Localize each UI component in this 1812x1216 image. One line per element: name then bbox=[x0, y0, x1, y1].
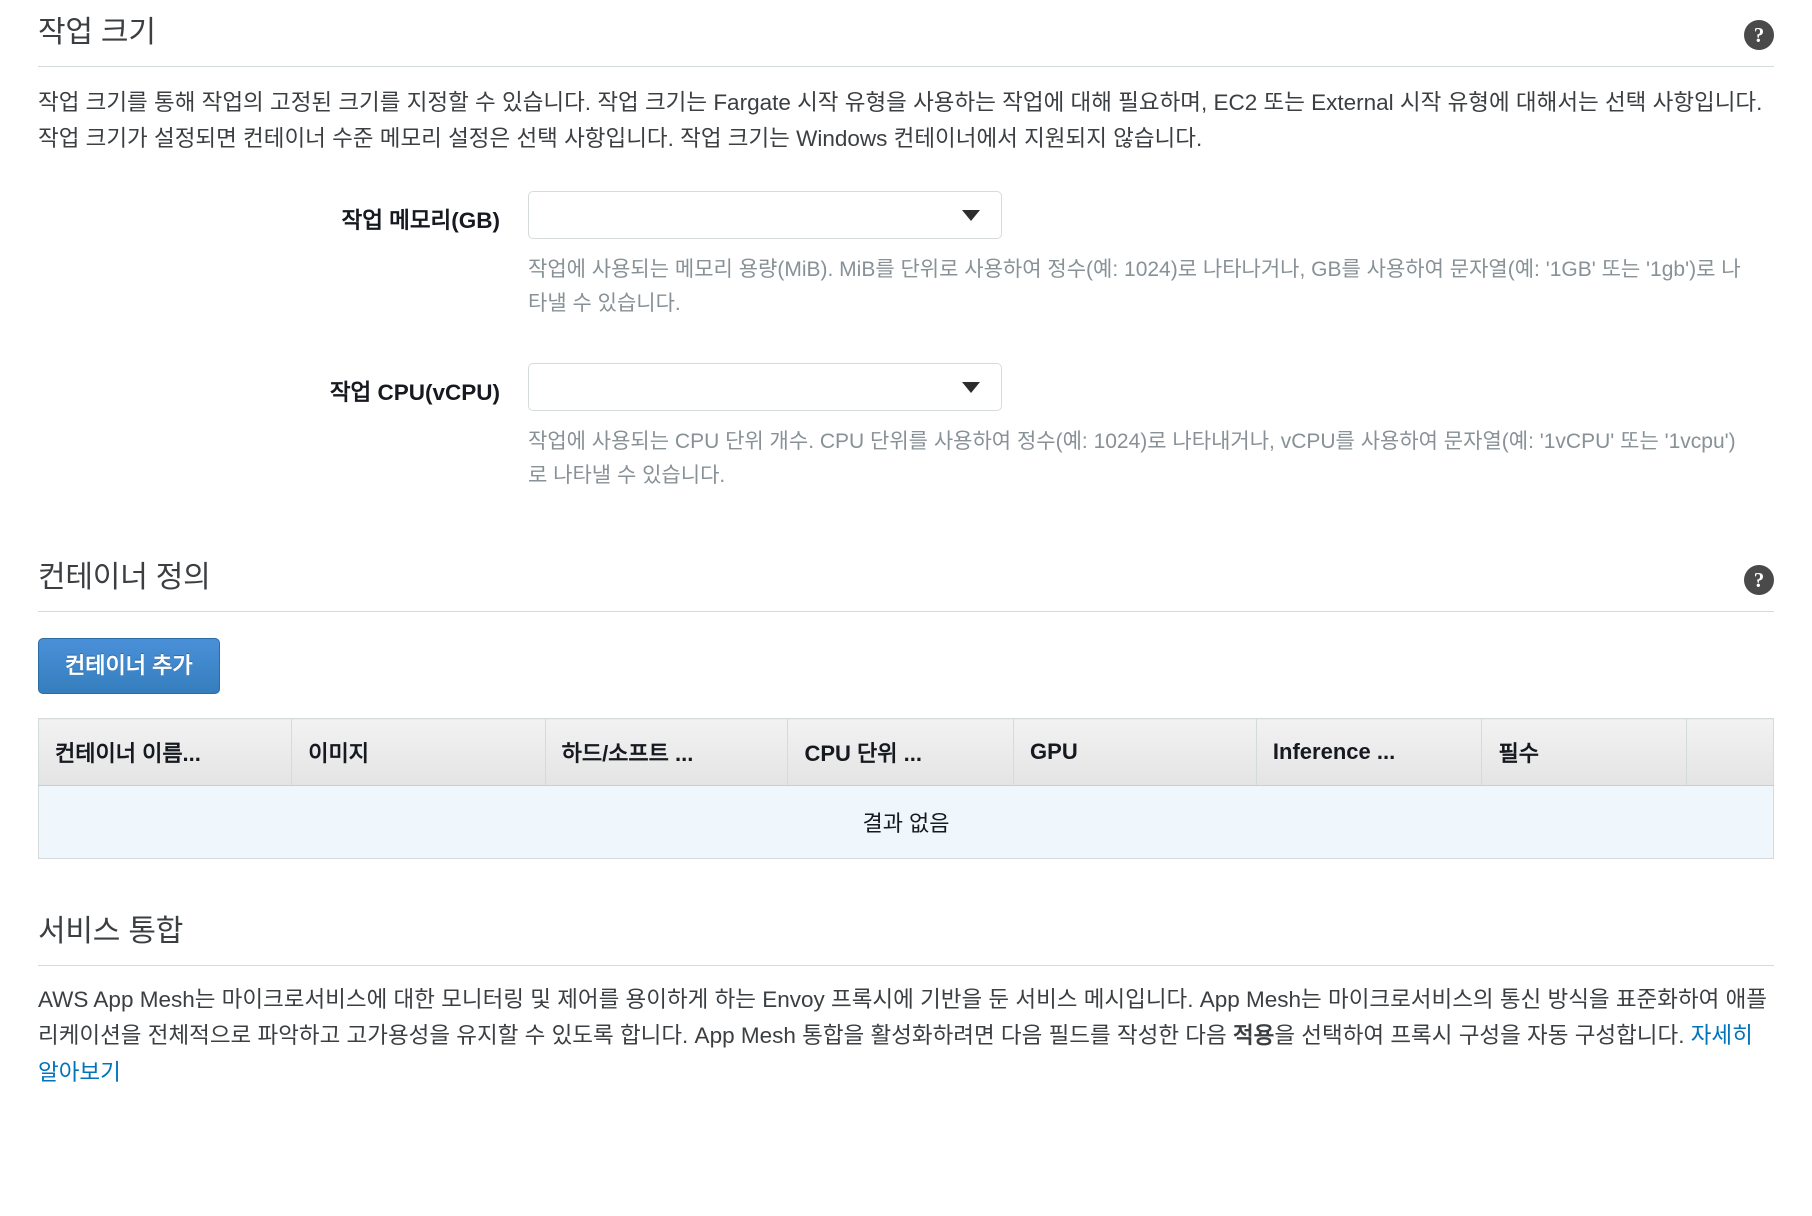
task-size-form: 작업 메모리(GB) 작업에 사용되는 메모리 용량(MiB). MiB를 단위… bbox=[38, 191, 1774, 493]
task-size-description: 작업 크기를 통해 작업의 고정된 크기를 지정할 수 있습니다. 작업 크기는… bbox=[38, 89, 1763, 151]
task-memory-field: 작업에 사용되는 메모리 용량(MiB). MiB를 단위로 사용하여 정수(예… bbox=[528, 191, 1774, 321]
container-definitions-table: 컨테이너 이름... 이미지 하드/소프트 ... CPU 단위 ... GPU… bbox=[37, 718, 1774, 860]
service-integration-description: AWS App Mesh는 마이크로서비스에 대한 모니터링 및 제어를 용이하… bbox=[38, 982, 1774, 1091]
section-task-size: 작업 크기 ? 작업 크기를 통해 작업의 고정된 크기를 지정할 수 있습니다… bbox=[38, 0, 1774, 493]
task-cpu-select[interactable] bbox=[528, 363, 1002, 412]
section-service-integration: 서비스 통합 AWS App Mesh는 마이크로서비스에 대한 모니터링 및 … bbox=[38, 899, 1774, 1091]
table-header-row: 컨테이너 이름... 이미지 하드/소프트 ... CPU 단위 ... GPU… bbox=[37, 718, 1774, 787]
column-header-image[interactable]: 이미지 bbox=[291, 718, 546, 787]
table-body: 결과 없음 bbox=[38, 785, 1774, 860]
container-definitions-title: 컨테이너 정의 bbox=[38, 561, 211, 595]
task-cpu-select-wrap bbox=[528, 363, 1002, 412]
column-header-container-name[interactable]: 컨테이너 이름... bbox=[37, 718, 293, 787]
table-header: 컨테이너 이름... 이미지 하드/소프트 ... CPU 단위 ... GPU… bbox=[37, 718, 1774, 787]
page-root: 작업 크기 ? 작업 크기를 통해 작업의 고정된 크기를 지정할 수 있습니다… bbox=[0, 0, 1812, 1091]
container-definitions-header: 컨테이너 정의 ? bbox=[38, 545, 1774, 612]
section-container-definitions: 컨테이너 정의 ? 컨테이너 추가 컨테이너 이름... 이미지 하드/소프트 bbox=[37, 545, 1774, 860]
divider bbox=[38, 610, 1774, 612]
task-memory-help: 작업에 사용되는 메모리 용량(MiB). MiB를 단위로 사용하여 정수(예… bbox=[528, 258, 1741, 316]
task-memory-select[interactable] bbox=[528, 191, 1002, 240]
description-emphasis: 적용 bbox=[1232, 1023, 1275, 1049]
column-header-gpu[interactable]: GPU bbox=[1013, 718, 1257, 787]
column-header-cpu-units[interactable]: CPU 단위 ... bbox=[787, 718, 1015, 787]
task-cpu-help: 작업에 사용되는 CPU 단위 개수. CPU 단위를 사용하여 정수(예: 1… bbox=[528, 430, 1736, 488]
task-size-header: 작업 크기 ? bbox=[38, 0, 1774, 67]
question-mark-icon[interactable]: ? bbox=[1744, 20, 1774, 50]
page-title: 작업 크기 bbox=[38, 16, 156, 49]
table-empty-row: 결과 없음 bbox=[38, 785, 1774, 860]
task-cpu-field: 작업에 사용되는 CPU 단위 개수. CPU 단위를 사용하여 정수(예: 1… bbox=[528, 363, 1774, 493]
description-part-2: 을 선택하여 프록시 구성을 자동 구성합니다. bbox=[1274, 1023, 1691, 1049]
service-integration-header: 서비스 통합 bbox=[38, 899, 1774, 966]
divider bbox=[38, 964, 1774, 966]
task-memory-label: 작업 메모리(GB) bbox=[341, 208, 501, 234]
service-integration-title: 서비스 통합 bbox=[38, 915, 184, 949]
task-memory-select-wrap bbox=[528, 191, 1002, 240]
add-container-button[interactable]: 컨테이너 추가 bbox=[38, 637, 220, 695]
empty-state-message: 결과 없음 bbox=[38, 785, 1774, 860]
column-header-actions[interactable] bbox=[1686, 718, 1774, 787]
column-header-essential[interactable]: 필수 bbox=[1481, 718, 1688, 787]
divider bbox=[38, 65, 1774, 67]
column-header-inference[interactable]: Inference ... bbox=[1255, 718, 1483, 787]
column-header-memory-limits[interactable]: 하드/소프트 ... bbox=[544, 718, 789, 787]
task-cpu-label: 작업 CPU(vCPU) bbox=[329, 380, 500, 406]
form-gap bbox=[38, 321, 1774, 363]
task-cpu-row: 작업 CPU(vCPU) 작업에 사용되는 CPU 단위 개수. CPU 단위를… bbox=[38, 363, 1774, 493]
task-memory-row: 작업 메모리(GB) 작업에 사용되는 메모리 용량(MiB). MiB를 단위… bbox=[38, 191, 1774, 321]
